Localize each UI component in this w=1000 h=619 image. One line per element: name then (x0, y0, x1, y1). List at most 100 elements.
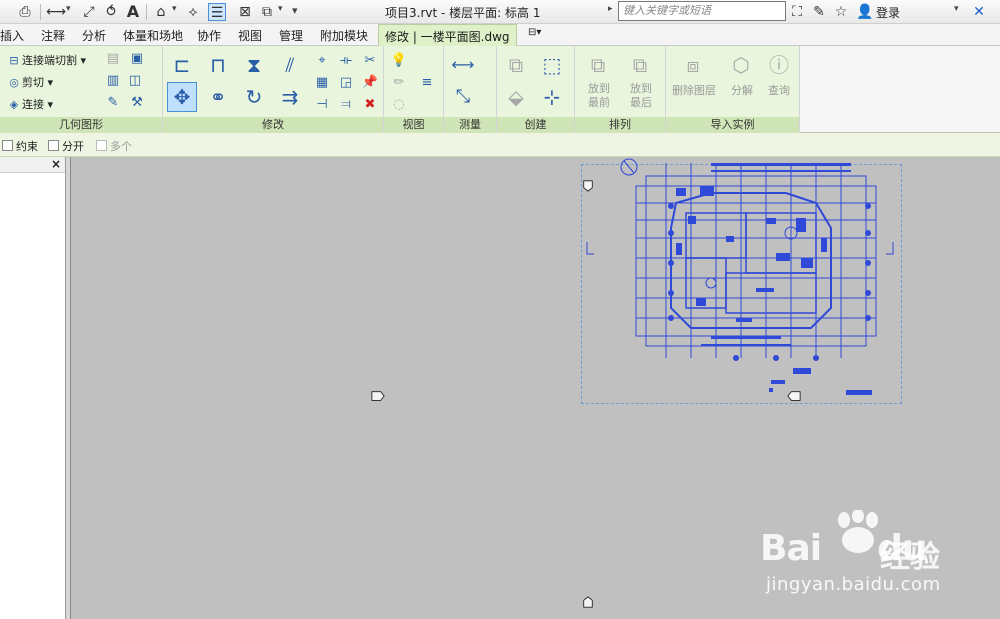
split-gap-icon[interactable]: ⟛ (337, 52, 355, 70)
toolbar-separator (146, 4, 147, 20)
align-icon[interactable]: ⊏ (167, 50, 197, 80)
mirror-axis-icon[interactable]: ⧗ (239, 50, 269, 80)
rotate-icon[interactable]: ↻ (239, 82, 269, 112)
cut-button[interactable]: ◎ 剪切 ▾ (6, 74, 53, 90)
tab-analyze[interactable]: 分析 (82, 27, 106, 44)
tab-collaborate[interactable]: 协作 (197, 27, 221, 44)
switch-windows-icon[interactable]: ⧉ (258, 3, 276, 21)
panel-view-label: 视图 (384, 117, 443, 133)
trim-single-icon[interactable]: ⊣ (313, 96, 331, 114)
thin-lines-icon[interactable]: ☰ (208, 3, 226, 21)
unpin-icon[interactable]: ✂ (361, 52, 379, 70)
crop-bracket-right (886, 242, 894, 255)
ribbon-tabs: 插入 注释 分析 体量和场地 协作 视图 管理 附加模块 修改 | 一楼平面图.… (0, 24, 1000, 47)
chevron-down-icon[interactable]: ▾ (954, 4, 959, 14)
tab-annotate[interactable]: 注释 (41, 27, 65, 44)
array-icon[interactable]: ▦ (313, 74, 331, 92)
scale-icon[interactable]: ◲ (337, 74, 355, 92)
mirror-draw-icon[interactable]: ⫽ (275, 50, 305, 80)
create-group-icon[interactable]: ⬙ (501, 82, 531, 112)
send-to-back-icon[interactable]: ⧉ (625, 50, 655, 80)
wall-joins-icon[interactable]: ▤ (104, 50, 122, 68)
properties-pane: × (0, 157, 66, 619)
hide-in-view-icon[interactable]: 💡 (390, 52, 408, 70)
customize-toolbar-icon[interactable]: ▾ (292, 4, 298, 17)
user-icon[interactable]: 👤 (856, 3, 874, 21)
create-assembly-icon[interactable]: ⧉ (501, 50, 531, 80)
cut-icon: ◎ (9, 76, 19, 89)
chevron-down-icon[interactable]: ▾ (66, 4, 71, 14)
binoculars-icon[interactable]: ⛶ (788, 3, 806, 21)
watermark-url: jingyan.baidu.com (766, 574, 941, 595)
search-expand-icon[interactable]: ▸ (608, 4, 613, 14)
login-button[interactable]: 登录 (876, 4, 900, 21)
measure-between-icon[interactable]: ⟷ (448, 50, 478, 80)
baidu-jingyan-watermark: Bai du 经验 jingyan.baidu.com (760, 510, 990, 610)
linework-icon[interactable]: ≡ (418, 74, 436, 92)
crop-bracket-left (586, 242, 594, 255)
tab-view[interactable]: 视图 (238, 27, 262, 44)
panel-import-instance: ⧈ 删除图层 ⬡ 分解 ⓘ 查询 导入实例 (666, 46, 800, 133)
cut-join-button[interactable]: ⊟ 连接端切割 ▾ (6, 52, 86, 68)
demolish-icon[interactable]: ✎ (104, 94, 122, 112)
tab-massing-site[interactable]: 体量和场地 (123, 27, 183, 44)
tab-manage[interactable]: 管理 (279, 27, 303, 44)
tag-icon[interactable]: ⥀ (102, 3, 120, 21)
override-graphics-icon[interactable]: ✏ (390, 74, 408, 92)
join-roof-icon[interactable]: ▥ (104, 72, 122, 90)
split-element-icon[interactable]: ⌖ (313, 52, 331, 70)
elevation-marker-west[interactable] (371, 390, 385, 402)
search-input[interactable]: 键入关键字或短语 (618, 1, 786, 21)
delete-layers-button[interactable]: 删除图层 (668, 84, 720, 98)
bring-to-front-button[interactable]: 放到 最前 (579, 82, 619, 110)
trim-multiple-icon[interactable]: ⫤ (337, 96, 355, 114)
tab-insert[interactable]: 插入 (0, 27, 24, 44)
star-icon[interactable]: ☆ (832, 3, 850, 21)
explode-icon[interactable]: ⬡ (726, 50, 756, 80)
hide-elements-icon[interactable]: ◌ (390, 96, 408, 114)
dwg-floor-plan[interactable] (616, 158, 886, 398)
send-to-back-button[interactable]: 放到 最后 (621, 82, 661, 110)
offset-icon[interactable]: ⊓ (203, 50, 233, 80)
trim-extend-icon[interactable]: ⇉ (275, 82, 305, 112)
dimension-icon[interactable]: ⤢ (80, 3, 98, 21)
tab-modify-dwg[interactable]: 修改 | 一楼平面图.dwg (378, 24, 517, 47)
create-parts-icon[interactable]: ⬚ (537, 50, 567, 80)
exchange-apps-icon[interactable]: ✕ (970, 3, 988, 21)
measure-icon[interactable]: ⟷ (46, 3, 66, 21)
chevron-down-icon[interactable]: ▾ (278, 4, 283, 14)
explode-button[interactable]: 分解 (724, 84, 760, 98)
3d-view-icon[interactable]: ⌂ (152, 3, 170, 21)
disjoin-checkbox[interactable]: 分开 (48, 138, 84, 154)
constrain-checkbox[interactable]: 约束 (2, 138, 38, 154)
paint-icon[interactable]: ◫ (126, 72, 144, 90)
split-face-icon[interactable]: ▣ (128, 50, 146, 68)
pin-icon[interactable]: 📌 (361, 74, 379, 92)
copy-icon[interactable]: ⚭ (203, 82, 233, 112)
multiple-checkbox[interactable]: 多个 (96, 138, 132, 154)
elevation-marker-south[interactable] (581, 596, 595, 608)
subscription-icon[interactable]: ✎ (810, 3, 828, 21)
elevation-marker-north[interactable] (581, 180, 595, 192)
watermark-logo-text-a: Bai (760, 528, 822, 569)
close-icon[interactable]: × (51, 157, 61, 171)
print-icon[interactable]: ⎙ (16, 3, 34, 21)
hammer-icon[interactable]: ⚒ (128, 94, 146, 112)
ribbon-minimize-icon[interactable]: ⊟▾ (528, 27, 541, 38)
elevation-marker-east[interactable] (787, 390, 801, 402)
join-icon: ◈ (9, 98, 19, 111)
text-icon[interactable]: A (124, 3, 142, 21)
query-button[interactable]: 查询 (762, 84, 796, 98)
join-button[interactable]: ◈ 连接 ▾ (6, 96, 53, 112)
chevron-down-icon[interactable]: ▾ (172, 4, 177, 14)
delete-layers-icon[interactable]: ⧈ (678, 50, 708, 80)
move-icon[interactable]: ✥ (167, 82, 197, 112)
aligned-dimension-icon[interactable]: ⤡ (448, 82, 478, 112)
create-similar-icon[interactable]: ⊹ (537, 82, 567, 112)
delete-icon[interactable]: ✖ (361, 96, 379, 114)
close-hidden-icon[interactable]: ⊠ (236, 3, 254, 21)
query-icon[interactable]: ⓘ (764, 50, 794, 80)
bring-to-front-icon[interactable]: ⧉ (583, 50, 613, 80)
section-icon[interactable]: ⟡ (184, 3, 202, 21)
tab-add-ins[interactable]: 附加模块 (320, 27, 368, 44)
